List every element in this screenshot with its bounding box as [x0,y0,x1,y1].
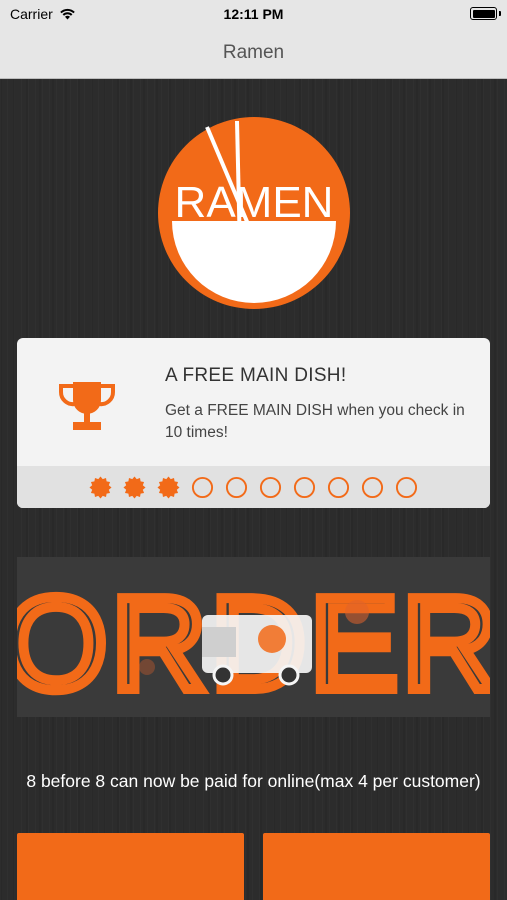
page-title: Ramen [222,42,285,63]
main-content: RAMEN A FREE MAIN DISH! Get a FREE MAIN … [0,79,507,900]
stamp-filled-icon [123,475,146,499]
status-time: 12:11 PM [223,6,284,22]
ramen-logo: RAMEN [158,117,350,309]
battery-icon [470,7,497,20]
trophy-icon [58,382,116,430]
reward-title: A FREE MAIN DISH! [165,365,347,386]
stamp-filled-icon [89,475,112,499]
stamp-empty-icon [395,476,418,498]
order-banner-art: ORDER [17,557,490,717]
action-button-left[interactable] [17,833,244,900]
stamp-empty-icon [293,476,316,498]
stamp-empty-icon [191,476,214,498]
order-banner[interactable]: ORDER [17,557,490,717]
stamp-empty-icon [225,476,248,498]
stamp-empty-icon [361,476,384,498]
status-bar: Carrier 12:11 PM [0,0,507,28]
stamp-empty-icon [327,476,350,498]
navigation-bar: Ramen [0,28,507,79]
reward-description: Get a FREE MAIN DISH when you check in 1… [165,402,465,441]
action-button-right[interactable] [263,833,490,900]
stamp-progress [17,466,490,508]
logo-text: RAMEN [175,178,334,227]
stamp-empty-icon [259,476,282,498]
stamp-filled-icon [157,475,180,499]
online-payment-notice: 8 before 8 can now be paid for online(ma… [26,771,481,791]
loyalty-card[interactable]: A FREE MAIN DISH! Get a FREE MAIN DISH w… [17,338,490,508]
